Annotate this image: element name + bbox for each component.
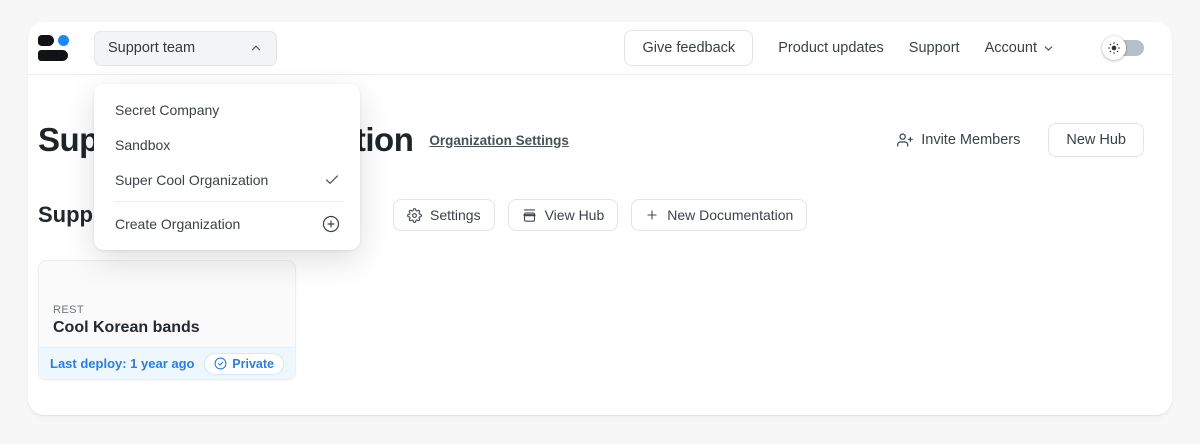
nav-product-updates[interactable]: Product updates — [778, 40, 884, 56]
chevron-down-icon — [1042, 42, 1055, 55]
menu-item-label: Sandbox — [115, 137, 170, 153]
view-hub-button[interactable]: View Hub — [508, 199, 619, 231]
menu-divider — [114, 201, 344, 202]
new-hub-button[interactable]: New Hub — [1048, 123, 1144, 157]
check-icon — [324, 172, 340, 188]
menu-item-label: Secret Company — [115, 102, 219, 118]
user-plus-icon — [897, 132, 913, 148]
menu-item-organization-selected[interactable]: Super Cool Organization — [94, 162, 360, 197]
logo-blue-dot — [58, 35, 69, 46]
menu-item-organization[interactable]: Secret Company — [94, 92, 360, 127]
private-badge: Private — [204, 353, 284, 375]
top-bar: Support team Give feedback Product updat… — [28, 22, 1172, 75]
private-badge-label: Private — [232, 357, 274, 371]
logo-bar-top — [38, 35, 54, 46]
logo-bar-bottom — [38, 50, 68, 61]
project-name: Cool Korean bands — [53, 319, 281, 337]
nav-account[interactable]: Account — [985, 40, 1055, 56]
view-hub-button-label: View Hub — [545, 207, 605, 223]
settings-button-label: Settings — [430, 207, 481, 223]
project-switcher-button[interactable]: Support team — [94, 31, 277, 66]
nav-account-label: Account — [985, 40, 1037, 56]
settings-button[interactable]: Settings — [393, 199, 495, 231]
project-switcher-label: Support team — [108, 40, 195, 56]
app-window: Support team Give feedback Product updat… — [28, 22, 1172, 415]
menu-item-label: Super Cool Organization — [115, 172, 268, 188]
project-type-label: REST — [53, 304, 281, 316]
project-section-actions: Settings View Hub New Documentation — [393, 199, 807, 231]
new-documentation-button-label: New Documentation — [667, 207, 793, 223]
menu-item-label: Create Organization — [115, 216, 240, 232]
new-documentation-button[interactable]: New Documentation — [631, 199, 807, 231]
project-card-footer: Last deploy: 1 year ago Private — [39, 347, 295, 379]
last-deploy-text: Last deploy: 1 year ago — [50, 356, 195, 371]
project-card[interactable]: REST Cool Korean bands Last deploy: 1 ye… — [38, 260, 296, 380]
organization-dropdown-menu: Secret Company Sandbox Super Cool Organi… — [94, 84, 360, 250]
sun-icon — [1102, 36, 1126, 60]
organization-settings-link[interactable]: Organization Settings — [429, 133, 569, 148]
invite-members-label: Invite Members — [921, 132, 1020, 148]
nav-support[interactable]: Support — [909, 40, 960, 56]
top-nav: Give feedback Product updates Support Ac… — [624, 30, 1144, 66]
plus-icon — [645, 208, 659, 222]
project-card-body: REST Cool Korean bands — [39, 261, 295, 347]
plus-circle-icon — [322, 215, 340, 233]
chevron-up-icon — [249, 41, 263, 55]
circle-check-icon — [214, 357, 227, 370]
menu-item-create-organization[interactable]: Create Organization — [94, 206, 360, 241]
give-feedback-button[interactable]: Give feedback — [624, 30, 753, 66]
theme-toggle[interactable] — [1102, 36, 1144, 60]
gear-icon — [407, 208, 422, 223]
brand-logo[interactable] — [38, 35, 72, 61]
hub-icon — [522, 208, 537, 223]
invite-members-button[interactable]: Invite Members — [897, 132, 1020, 148]
menu-item-organization[interactable]: Sandbox — [94, 127, 360, 162]
organization-actions: Invite Members New Hub — [897, 123, 1144, 157]
